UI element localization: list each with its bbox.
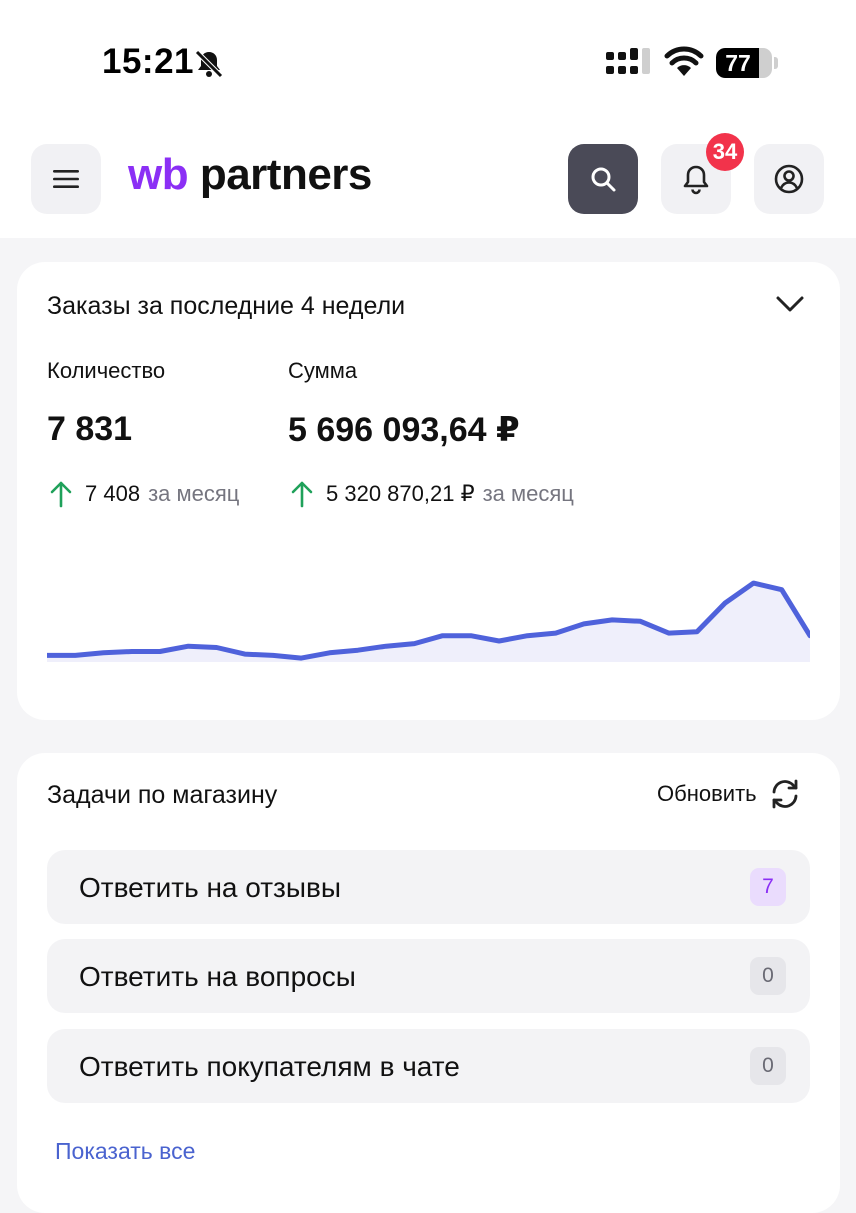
- cellular-signal-icon: [606, 48, 652, 78]
- chevron-down-icon[interactable]: [774, 292, 806, 316]
- menu-button[interactable]: [31, 144, 101, 214]
- sum-delta: 5 320 870,21 ₽ за месяц: [290, 480, 574, 508]
- quantity-delta: 7 408 за месяц: [49, 480, 239, 508]
- search-icon: [589, 165, 617, 193]
- task-label: Ответить на вопросы: [79, 961, 356, 993]
- sum-label: Сумма: [288, 358, 357, 384]
- tasks-card: Задачи по магазину Обновить Ответить на …: [17, 753, 840, 1213]
- arrow-up-icon: [49, 480, 73, 508]
- quantity-period: за месяц: [148, 481, 239, 507]
- refresh-icon: [769, 777, 801, 811]
- refresh-button[interactable]: Обновить: [657, 777, 801, 811]
- bell-icon: [681, 163, 711, 195]
- refresh-label: Обновить: [657, 781, 757, 807]
- notifications-badge: 34: [706, 133, 744, 171]
- task-count-badge: 0: [750, 957, 786, 995]
- wb-partners-logo: wb partners: [128, 150, 372, 210]
- hamburger-menu-icon: [52, 168, 80, 190]
- arrow-up-icon: [290, 480, 314, 508]
- tasks-title: Задачи по магазину: [47, 781, 277, 810]
- task-reply-reviews[interactable]: Ответить на отзывы 7: [47, 850, 810, 924]
- sum-prev-value: 5 320 870,21 ₽: [326, 481, 475, 507]
- sum-period: за месяц: [483, 481, 574, 507]
- orders-chart: [47, 562, 810, 662]
- task-reply-questions[interactable]: Ответить на вопросы 0: [47, 939, 810, 1013]
- quantity-label: Количество: [47, 358, 165, 384]
- user-icon: [773, 163, 805, 195]
- task-label: Ответить покупателям в чате: [79, 1051, 460, 1083]
- top-area: 15:21 77 wb partners: [0, 0, 856, 238]
- bell-slash-icon: [193, 48, 225, 80]
- quantity-value: 7 831: [47, 410, 132, 449]
- show-all-link[interactable]: Показать все: [55, 1138, 195, 1165]
- search-button[interactable]: [568, 144, 638, 214]
- profile-button[interactable]: [754, 144, 824, 214]
- task-label: Ответить на отзывы: [79, 872, 341, 904]
- sum-value: 5 696 093,64 ₽: [288, 410, 520, 450]
- task-reply-chat[interactable]: Ответить покупателям в чате 0: [47, 1029, 810, 1103]
- status-time: 15:21: [102, 42, 194, 82]
- orders-card: Заказы за последние 4 недели Количество …: [17, 262, 840, 720]
- battery-icon: 77: [716, 48, 772, 78]
- task-count-badge: 0: [750, 1047, 786, 1085]
- orders-title: Заказы за последние 4 недели: [47, 292, 405, 321]
- task-count-badge: 7: [750, 868, 786, 906]
- wifi-icon: [664, 46, 704, 78]
- quantity-prev-value: 7 408: [85, 481, 140, 507]
- battery-level: 77: [716, 50, 760, 77]
- battery-cap: [774, 57, 778, 69]
